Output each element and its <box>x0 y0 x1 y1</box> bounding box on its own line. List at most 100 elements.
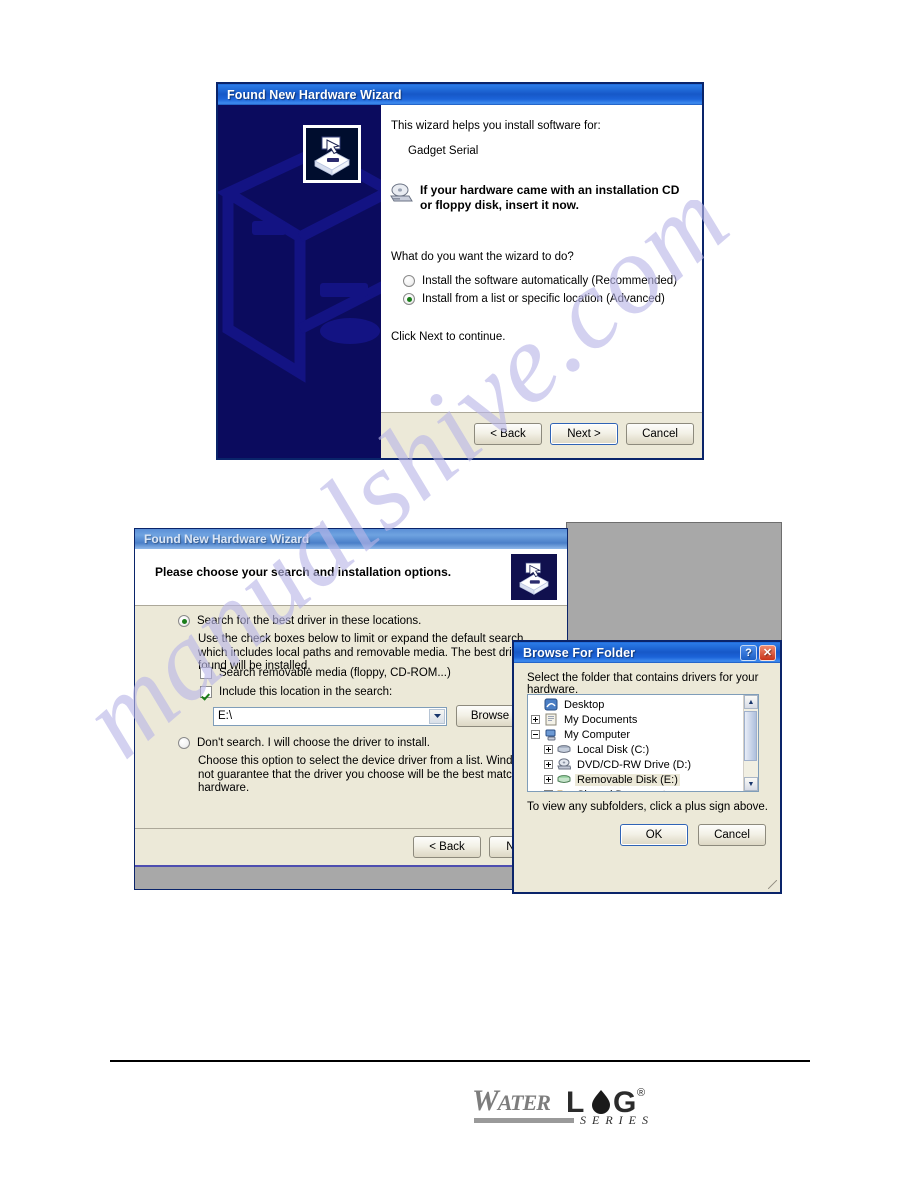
scroll-down-icon[interactable]: ▼ <box>744 777 758 791</box>
optical-icon <box>557 758 572 771</box>
ok-button[interactable]: OK <box>620 824 688 846</box>
back-button[interactable]: < Back <box>474 423 542 445</box>
click-next-hint: Click Next to continue. <box>391 331 506 343</box>
device-name-label: Gadget Serial <box>408 145 479 157</box>
location-row: E:\ Browse <box>213 705 524 727</box>
expand-plus-icon[interactable] <box>544 775 553 784</box>
dialog3-title: Browse For Folder <box>523 645 636 660</box>
folder-tree-rows: Desktop My Documents My Computer Local D… <box>528 695 743 791</box>
wizard-intro-label: This wizard helps you install software f… <box>391 120 601 132</box>
help-icon[interactable]: ? <box>740 644 757 661</box>
desktop-icon <box>544 698 558 711</box>
radio-install-automatically[interactable]: Install the software automatically (Reco… <box>403 275 677 287</box>
computer-icon <box>544 728 558 741</box>
found-new-hardware-wizard-icon <box>511 554 557 600</box>
radio-label-automatic: Install the software automatically (Reco… <box>422 275 678 287</box>
location-value: E:\ <box>218 710 233 722</box>
footer-divider <box>110 1060 810 1062</box>
dialog2-header: Please choose your search and installati… <box>135 549 567 606</box>
expand-plus-icon[interactable] <box>544 760 553 769</box>
dialog2-content: Search for the best driver in these loca… <box>135 607 567 829</box>
radio-icon-search-best[interactable] <box>178 615 190 627</box>
back-button[interactable]: < Back <box>413 836 481 858</box>
scroll-up-icon[interactable]: ▲ <box>744 695 758 709</box>
tree-item-label: My Computer <box>564 728 631 741</box>
cancel-button[interactable]: Cancel <box>698 824 766 846</box>
cancel-button[interactable]: Cancel <box>626 423 694 445</box>
dialog1-footer: < Back Next > Cancel <box>381 412 702 458</box>
scrollbar-thumb[interactable] <box>744 711 757 761</box>
radio-icon-advanced[interactable] <box>403 293 415 305</box>
browse-hint-text: To view any subfolders, click a plus sig… <box>527 801 768 813</box>
cd-drive-icon <box>390 183 413 202</box>
dialog1-button-row: < Back Next > Cancel <box>474 423 694 445</box>
chevron-down-icon[interactable] <box>429 708 445 724</box>
dont-search-description-text: Choose this option to select the device … <box>198 755 562 794</box>
radio-label-advanced: Install from a list or specific location… <box>422 293 665 305</box>
dialog2-footer: < Back Next > <box>135 828 567 865</box>
tree-item-label: My Documents <box>564 713 638 726</box>
tree-item-desktop[interactable]: Desktop <box>531 697 743 712</box>
dialog2-header-text: Please choose your search and installati… <box>155 565 452 579</box>
tree-item-label: Removable Disk (E:) <box>575 773 680 786</box>
logo-word-water: WATER <box>472 1084 550 1117</box>
tree-item-label: Shared Documents <box>575 789 673 792</box>
next-button[interactable]: Next > <box>550 423 618 445</box>
tree-item-label: Local Disk (C:) <box>577 743 650 756</box>
dialog1-content: This wizard helps you install software f… <box>381 105 702 458</box>
logo-registered-mark: ® <box>637 1087 645 1099</box>
logo-series-text: S E R I E S <box>580 1113 650 1127</box>
tree-item-shared-documents[interactable]: Shared Documents <box>531 787 743 792</box>
found-new-hardware-wizard-options-dialog: Found New Hardware Wizard Please choose … <box>134 528 568 890</box>
browse-prompt-text: Select the folder that contains drivers … <box>527 672 759 696</box>
radio-dont-search[interactable]: Don't search. I will choose the driver t… <box>178 737 430 749</box>
document-page: manualshive.com Found New Hardware Wizar… <box>0 0 918 1188</box>
cd-notice-row: If your hardware came with an installati… <box>389 183 688 213</box>
checkbox-icon-include-location[interactable] <box>200 686 212 698</box>
removable-icon <box>557 773 571 786</box>
tree-item-removable-disk-e[interactable]: Removable Disk (E:) <box>531 772 743 787</box>
checkbox-label-include-location: Include this location in the search: <box>219 686 393 698</box>
dialog1-title: Found New Hardware Wizard <box>227 87 402 102</box>
radio-icon-dont-search[interactable] <box>178 737 190 749</box>
folder-icon <box>557 788 571 791</box>
location-combobox[interactable]: E:\ <box>213 706 447 726</box>
water-drop-icon <box>592 1090 610 1114</box>
checkbox-label-removable-media: Search removable media (floppy, CD-ROM..… <box>219 667 451 679</box>
checkbox-icon-removable-media[interactable] <box>200 667 212 679</box>
dialog2-titlebar[interactable]: Found New Hardware Wizard <box>135 529 567 549</box>
tree-item-local-disk-c[interactable]: Local Disk (C:) <box>531 742 743 757</box>
dialog1-body: This wizard helps you install software f… <box>218 105 702 458</box>
close-icon[interactable]: ✕ <box>759 644 776 661</box>
dialog3-titlebar[interactable]: Browse For Folder ? ✕ <box>514 642 780 663</box>
dialog1-titlebar[interactable]: Found New Hardware Wizard <box>218 84 702 105</box>
waterlog-series-logo: WATER L G ® S E R I E S <box>470 1078 660 1136</box>
found-new-hardware-wizard-icon <box>303 125 361 183</box>
logo-underline <box>474 1118 574 1123</box>
checkbox-include-location[interactable]: Include this location in the search: <box>200 686 392 698</box>
radio-search-best-driver[interactable]: Search for the best driver in these loca… <box>178 615 421 627</box>
checkbox-search-removable-media[interactable]: Search removable media (floppy, CD-ROM..… <box>200 667 451 679</box>
expand-plus-icon[interactable] <box>544 790 553 791</box>
folder-tree[interactable]: Desktop My Documents My Computer Local D… <box>527 694 759 792</box>
dialog2-gray-strip <box>135 865 567 889</box>
found-new-hardware-wizard-welcome-dialog: Found New Hardware Wizard This wizard he… <box>216 82 704 460</box>
radio-icon-automatic[interactable] <box>403 275 415 287</box>
tree-item-my-computer[interactable]: My Computer <box>531 727 743 742</box>
documents-icon <box>544 713 558 726</box>
expand-plus-icon[interactable] <box>531 715 540 724</box>
tree-item-label: DVD/CD-RW Drive (D:) <box>577 758 692 771</box>
tree-item-label: Desktop <box>564 698 605 711</box>
tree-item-my-documents[interactable]: My Documents <box>531 712 743 727</box>
dialog3-button-row: OK Cancel <box>620 824 766 846</box>
resize-grip-icon[interactable] <box>768 880 777 889</box>
cd-notice-text: If your hardware came with an installati… <box>420 183 680 212</box>
expand-plus-icon[interactable] <box>544 745 553 754</box>
dialog2-title: Found New Hardware Wizard <box>144 532 310 546</box>
radio-install-from-list[interactable]: Install from a list or specific location… <box>403 293 665 305</box>
browse-for-folder-dialog: Browse For Folder ? ✕ Select the folder … <box>512 640 782 894</box>
tree-item-dvd-cd-rw-drive-d[interactable]: DVD/CD-RW Drive (D:) <box>531 757 743 772</box>
radio-label-dont-search: Don't search. I will choose the driver t… <box>197 737 430 749</box>
wizard-question-label: What do you want the wizard to do? <box>391 251 574 263</box>
collapse-minus-icon[interactable] <box>531 730 540 739</box>
